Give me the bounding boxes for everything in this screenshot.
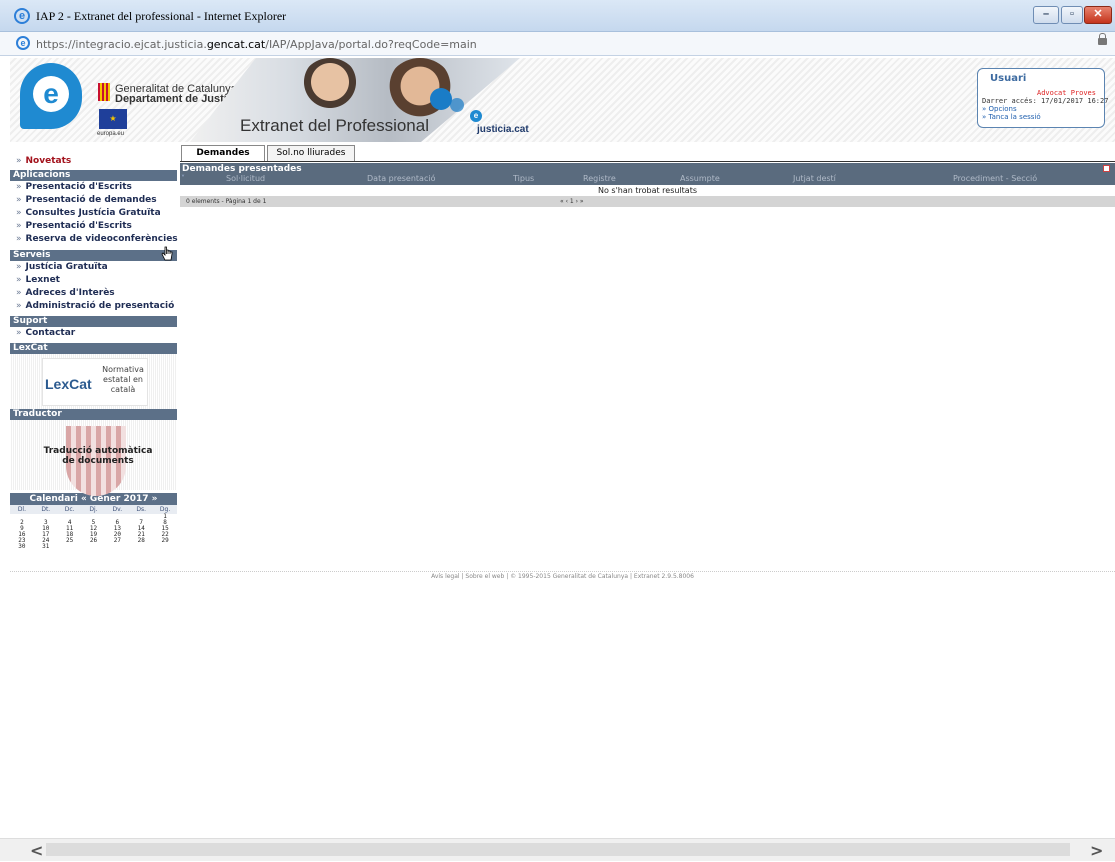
pagination-summary: 0 elements - Pàgina 1 de 1 xyxy=(186,198,267,205)
column-procediment-seccio[interactable]: Procediment - Secció xyxy=(953,174,1037,183)
horizontal-scrollbar[interactable]: < > xyxy=(0,838,1115,861)
column-sollicitud[interactable]: Sol·licitud xyxy=(226,174,265,183)
lexcat-banner[interactable]: LexCat Normativa estatal en català xyxy=(10,354,177,409)
calendar-day xyxy=(129,544,153,550)
calendar-day[interactable]: 31 xyxy=(34,544,58,550)
calendar-day xyxy=(58,544,82,550)
section-title: Demandes presentades xyxy=(182,164,302,174)
lexcat-text: Normativa estatal en català xyxy=(102,365,144,394)
column-data-presentacio[interactable]: Data presentació xyxy=(367,174,435,183)
section-aplicacions: Aplicacions xyxy=(10,170,177,181)
close-button[interactable]: ✕ xyxy=(1084,6,1112,24)
justicia-cat-label: justicia.cat xyxy=(477,124,529,135)
section-serveis: Serveis xyxy=(10,250,177,261)
gencat-flag-icon xyxy=(98,83,110,101)
minimize-button[interactable]: – xyxy=(1033,6,1059,24)
section-lexcat: LexCat xyxy=(10,343,177,354)
sidebar-item-presentacio-escrits[interactable]: » Presentació d'Escrits xyxy=(10,181,177,194)
page-footer[interactable]: Avís legal | Sobre el web | © 1995-2015 … xyxy=(10,571,1115,584)
calendar-day xyxy=(153,544,177,550)
column-jutjat-desti[interactable]: Jutjat destí xyxy=(793,174,836,183)
calendar-grid: 1 2 3 4 5 6 7 8 9 10 11 12 13 14 15 16 17 18 19 20 21 22 23 24 2… xyxy=(10,514,177,550)
calendar-day xyxy=(105,544,129,550)
scroll-track[interactable] xyxy=(46,843,1070,856)
tab-sol-no-lliurades[interactable]: Sol.no lliurades xyxy=(267,145,355,161)
last-access: Darrer accés: 17/01/2017 16:27 xyxy=(982,97,1109,105)
traductor-banner[interactable]: Traducció automàtica de documents xyxy=(10,420,177,496)
export-icon[interactable] xyxy=(1103,165,1110,172)
traductor-text: Traducció automàtica de documents xyxy=(43,446,153,466)
extranet-logo[interactable]: e xyxy=(20,63,82,129)
ie-icon: e xyxy=(16,36,30,50)
results-header: Demandes presentades ˅ Sol·licitud Data … xyxy=(180,163,1115,185)
window-titlebar: e IAP 2 - Extranet del professional - In… xyxy=(0,0,1115,32)
eu-flag-icon: ★ xyxy=(99,109,127,129)
banner-title: Extranet del Professional xyxy=(240,116,429,135)
section-suport: Suport xyxy=(10,316,177,327)
user-panel: Usuari Advocat Proves Darrer accés: 17/0… xyxy=(977,68,1109,128)
sidebar-item-contactar[interactable]: » Contactar xyxy=(10,327,177,340)
sidebar-item-presentacio-escrits-2[interactable]: » Presentació d'Escrits xyxy=(10,220,177,233)
sidebar-item-consultes-justicia-gratuita[interactable]: » Consultes Justícia Gratuïta xyxy=(10,207,177,220)
scroll-right-icon[interactable]: > xyxy=(1090,841,1103,860)
calendar-weekdays: Dl. Dt. Dc. Dj. Dv. Ds. Dg. xyxy=(10,505,177,514)
sidebar: » Novetats Aplicacions » Presentació d'Esc… xyxy=(10,155,178,550)
sidebar-item-presentacio-demandes[interactable]: » Presentació de demandes xyxy=(10,194,177,207)
window-title: IAP 2 - Extranet del professional - Inte… xyxy=(36,9,287,23)
address-bar[interactable]: e https://integracio.ejcat.justicia.genc… xyxy=(0,32,1115,56)
pagination-bar: 0 elements - Pàgina 1 de 1 « ‹ 1 › » xyxy=(180,196,1115,207)
sidebar-item-justicia-gratuita[interactable]: » Justícia Gratuïta xyxy=(10,261,177,274)
calendar-day[interactable]: 30 xyxy=(10,544,34,550)
ie-icon: e xyxy=(14,8,30,24)
column-tipus[interactable]: Tipus xyxy=(513,174,534,183)
options-link[interactable]: » Opcions xyxy=(982,105,1017,113)
sidebar-item-reserva-videoconferencies[interactable]: » Reserva de videoconferències xyxy=(10,233,178,246)
tab-demandes[interactable]: Demandes xyxy=(181,145,265,161)
tab-divider xyxy=(180,161,1115,162)
no-results-message: No s'han trobat resultats xyxy=(597,186,698,195)
scroll-left-icon[interactable]: < xyxy=(30,841,43,860)
column-registre[interactable]: Registre xyxy=(583,174,616,183)
url-text[interactable]: https://integracio.ejcat.justicia.gencat… xyxy=(36,38,477,51)
justicia-cat-icon: e xyxy=(470,110,482,122)
column-assumpte[interactable]: Assumpte xyxy=(680,174,720,183)
lexcat-logo: LexCat xyxy=(45,376,92,392)
sort-icon[interactable]: ˅ xyxy=(181,174,185,183)
user-name: Advocat Proves xyxy=(1036,89,1096,97)
page-banner: e Generalitat de Catalunya Departament d… xyxy=(10,58,1115,142)
section-traductor: Traductor xyxy=(10,409,177,420)
lock-icon xyxy=(1098,33,1107,45)
logout-link[interactable]: » Tanca la sessió xyxy=(982,113,1041,121)
sidebar-item-adreces-interes[interactable]: » Adreces d'Interès xyxy=(10,287,177,300)
user-panel-title: Usuari xyxy=(990,73,1027,84)
pagination-controls[interactable]: « ‹ 1 › » xyxy=(560,196,584,207)
sidebar-item-administracio-presentacio[interactable]: » Administració de presentació xyxy=(10,300,177,313)
calendar-day xyxy=(82,544,106,550)
sidebar-item-lexnet[interactable]: » Lexnet xyxy=(10,274,177,287)
maximize-button[interactable]: ▫ xyxy=(1061,6,1083,24)
hand-cursor-icon xyxy=(161,246,173,261)
sidebar-item-novetats[interactable]: » Novetats xyxy=(10,155,177,168)
eu-label: europa.eu xyxy=(97,131,125,137)
